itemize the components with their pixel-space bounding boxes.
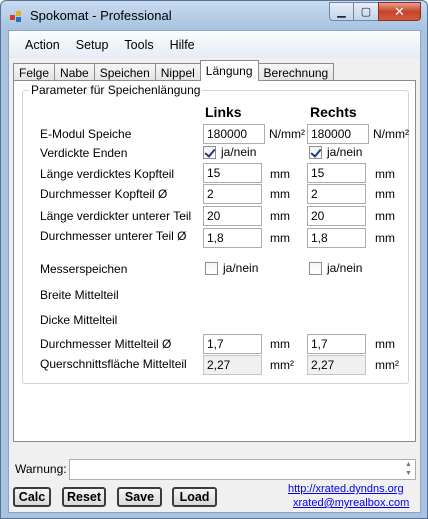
- dm-unten-left-unit: mm: [270, 231, 290, 245]
- groupbox-title: Parameter für Speichenlängung: [29, 83, 203, 97]
- dm-kopf-right-input[interactable]: [307, 184, 366, 204]
- querschnitt-right-output: [307, 355, 366, 375]
- minimize-button[interactable]: ▁: [329, 2, 354, 21]
- reset-button[interactable]: Reset: [62, 487, 106, 507]
- checkbox-checked-icon: [309, 145, 322, 159]
- querschnitt-right-unit: mm²: [375, 358, 399, 372]
- messer-right-label: ja/nein: [327, 261, 363, 275]
- column-header-rechts: Rechts: [310, 104, 357, 120]
- label-querschnittsflaeche: Querschnittsfläche Mittelteil: [40, 357, 187, 371]
- dm-kopf-left-input[interactable]: [203, 184, 262, 204]
- tab-laengung[interactable]: Längung: [199, 60, 259, 81]
- menu-setup[interactable]: Setup: [68, 35, 117, 55]
- tab-nabe[interactable]: Nabe: [54, 63, 95, 81]
- dm-unten-right-unit: mm: [375, 231, 395, 245]
- label-verdickte-enden: Verdickte Enden: [40, 146, 128, 160]
- window-title: Spokomat - Professional: [30, 8, 172, 23]
- warning-textbox[interactable]: ▲ ▼: [69, 459, 416, 480]
- label-dm-mittelteil: Durchmesser Mittelteil Ø: [40, 337, 172, 351]
- emodul-left-unit: N/mm²: [269, 127, 305, 141]
- verdickt-left-label: ja/nein: [221, 145, 257, 159]
- messer-left-label: ja/nein: [223, 261, 259, 275]
- tab-page-laengung: Parameter für Speichenlängung Links Rech…: [13, 80, 416, 442]
- load-button[interactable]: Load: [172, 487, 217, 507]
- column-header-links: Links: [205, 104, 242, 120]
- dm-mitte-left-unit: mm: [270, 337, 290, 351]
- close-icon: ✕: [394, 3, 405, 19]
- emodul-right-unit: N/mm²: [373, 127, 409, 141]
- dm-mitte-left-input[interactable]: [203, 334, 262, 354]
- calc-button[interactable]: Calc: [13, 487, 51, 507]
- menu-hilfe[interactable]: Hilfe: [162, 35, 203, 55]
- warning-scrollbar[interactable]: ▲ ▼: [402, 460, 415, 479]
- querschnitt-left-unit: mm²: [270, 358, 294, 372]
- emodul-left-input[interactable]: [203, 124, 265, 144]
- messer-left-checkbox[interactable]: ja/nein: [205, 261, 258, 275]
- warning-label: Warnung:: [15, 462, 67, 476]
- laenge-kopf-right-input[interactable]: [307, 163, 366, 183]
- laenge-kopf-right-unit: mm: [375, 167, 395, 181]
- scroll-up-icon[interactable]: ▲: [402, 460, 415, 469]
- label-emodul: E-Modul Speiche: [40, 127, 132, 141]
- checkbox-unchecked-icon: [309, 261, 322, 275]
- maximize-button[interactable]: ▢: [353, 2, 379, 21]
- laenge-unten-right-input[interactable]: [307, 206, 366, 226]
- verdickt-left-checkbox[interactable]: ja/nein: [203, 145, 256, 159]
- label-dm-unterer-teil: Durchmesser unterer Teil Ø: [40, 229, 187, 243]
- app-icon: [10, 11, 21, 22]
- dm-mitte-right-input[interactable]: [307, 334, 366, 354]
- minimize-icon: ▁: [337, 6, 346, 18]
- title-bar[interactable]: Spokomat - Professional ▁ ▢ ✕: [1, 1, 427, 30]
- verdickt-right-checkbox[interactable]: ja/nein: [309, 145, 362, 159]
- emodul-right-input[interactable]: [307, 124, 369, 144]
- label-laenge-unterer-teil: Länge verdickter unterer Teil: [40, 209, 192, 223]
- laenge-unten-left-input[interactable]: [203, 206, 262, 226]
- dm-mitte-right-unit: mm: [375, 337, 395, 351]
- querschnitt-left-output: [203, 355, 262, 375]
- tab-speichen[interactable]: Speichen: [93, 63, 156, 81]
- dm-unten-left-input[interactable]: [203, 228, 262, 248]
- tab-nippel[interactable]: Nippel: [154, 63, 201, 81]
- tab-berechnung[interactable]: Berechnung: [257, 63, 335, 81]
- label-breite-mittelteil: Breite Mittelteil: [40, 288, 119, 302]
- save-button[interactable]: Save: [117, 487, 162, 507]
- label-dicke-mittelteil: Dicke Mittelteil: [40, 313, 118, 327]
- verdickt-right-label: ja/nein: [327, 145, 363, 159]
- dm-kopf-right-unit: mm: [375, 187, 395, 201]
- parameter-groupbox: Parameter für Speichenlängung Links Rech…: [22, 83, 409, 384]
- maximize-icon: ▢: [360, 6, 372, 18]
- dm-unten-right-input[interactable]: [307, 228, 366, 248]
- tab-felge[interactable]: Felge: [13, 63, 56, 81]
- laenge-unten-left-unit: mm: [270, 209, 290, 223]
- menu-tools[interactable]: Tools: [116, 35, 161, 55]
- laenge-unten-right-unit: mm: [375, 209, 395, 223]
- homepage-link[interactable]: http://xrated.dyndns.org: [288, 483, 404, 495]
- menu-bar: Action Setup Tools Hilfe: [9, 31, 420, 58]
- checkbox-checked-icon: [203, 145, 216, 159]
- app-window: Spokomat - Professional ▁ ▢ ✕ Action Set…: [0, 0, 428, 519]
- client-area: Action Setup Tools Hilfe Felge Nabe Spei…: [8, 30, 421, 513]
- label-laenge-kopfteil: Länge verdicktes Kopfteil: [40, 167, 175, 181]
- menu-action[interactable]: Action: [17, 35, 68, 55]
- scroll-down-icon[interactable]: ▼: [402, 469, 415, 478]
- close-button[interactable]: ✕: [378, 2, 421, 21]
- tab-strip: Felge Nabe Speichen Nippel Längung Berec…: [13, 60, 335, 81]
- label-dm-kopfteil: Durchmesser Kopfteil Ø: [40, 187, 168, 201]
- checkbox-unchecked-icon: [205, 261, 218, 275]
- laenge-kopf-left-unit: mm: [270, 167, 290, 181]
- messer-right-checkbox[interactable]: ja/nein: [309, 261, 362, 275]
- dm-kopf-left-unit: mm: [270, 187, 290, 201]
- laenge-kopf-left-input[interactable]: [203, 163, 262, 183]
- email-link[interactable]: xrated@myrealbox.com: [293, 497, 409, 509]
- label-messerspeichen: Messerspeichen: [40, 262, 128, 276]
